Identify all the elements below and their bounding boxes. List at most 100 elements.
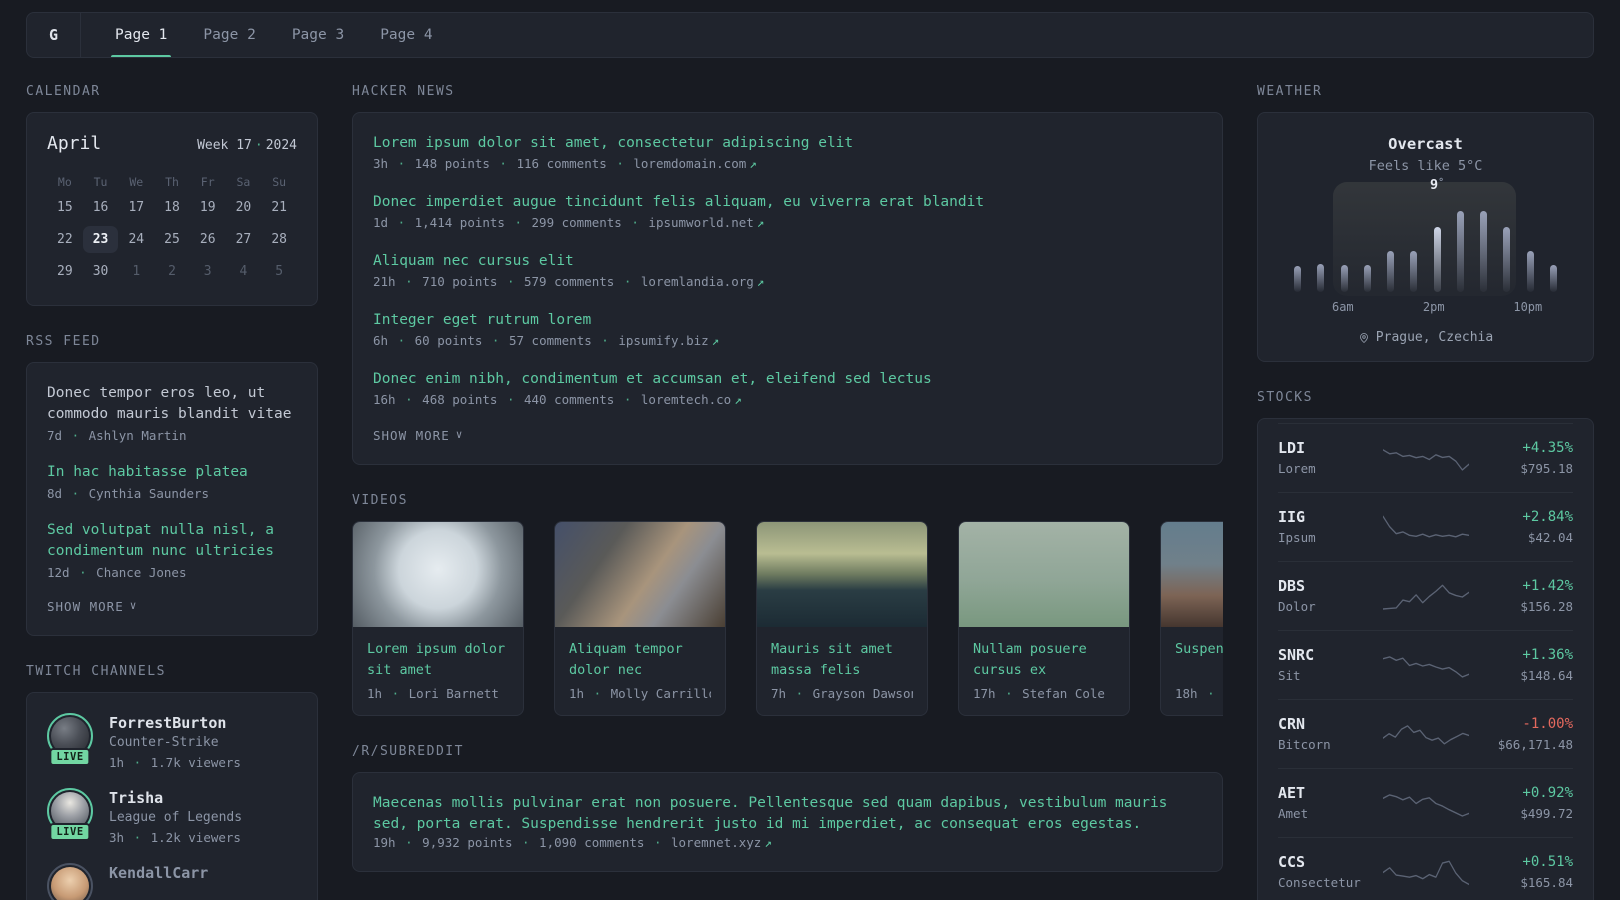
video-title-link[interactable]: Nullam posuere cursus ex (973, 639, 1115, 681)
weather-hour-slot: 9° (1379, 196, 1402, 292)
videos-widget: VIDEOS Lorem ipsum dolor sit amet consec… (352, 493, 1223, 716)
weather-hour-slot: 9° (1356, 196, 1379, 292)
stock-symbol: LDI (1278, 439, 1306, 457)
videos-row: Lorem ipsum dolor sit amet consectetu… 1… (352, 521, 1223, 716)
stock-name: Dolor (1278, 599, 1316, 614)
video-card[interactable]: Nullam posuere cursus ex 17h · Stefan Co… (958, 521, 1130, 716)
calendar-day: 29 (57, 264, 73, 279)
hackernews-card: Lorem ipsum dolor sit amet, consectetur … (352, 112, 1223, 465)
hackernews-item-link[interactable]: Donec enim nibh, condimentum et accumsan… (373, 369, 1202, 390)
source-link[interactable]: ↗ (731, 392, 742, 408)
rss-item-link[interactable]: Donec tempor eros leo, ut commodo mauris… (47, 383, 297, 425)
rss-item: Sed volutpat nulla nisl, a condimentum n… (47, 520, 297, 580)
channel-name-link[interactable]: ForrestBurton (109, 713, 241, 733)
hackernews-item-meta: 3h · 148 points · 116 comments · loremdo… (373, 156, 747, 171)
video-card[interactable]: Aliquam tempor dolor nec pharetra… 1h · … (554, 521, 726, 716)
hackernews-item-link[interactable]: Lorem ipsum dolor sit amet, consectetur … (373, 133, 1202, 154)
video-title-link[interactable]: Suspendisse diam (1175, 639, 1223, 681)
stock-row[interactable]: CRN Bitcorn -1.00% $66,171.48 (1278, 699, 1573, 768)
twitch-widget: TWITCH CHANNELS LIVE ForrestBurton Count… (26, 664, 318, 900)
calendar-day: 3 (203, 264, 212, 279)
video-title-link[interactable]: Mauris sit amet massa felis (771, 639, 913, 681)
subreddit-post: Maecenas mollis pulvinar erat non posuer… (373, 793, 1202, 851)
avatar (51, 867, 89, 900)
time-label (1354, 300, 1377, 314)
page-tab[interactable]: Page 1 (103, 13, 179, 57)
stock-price: $42.04 (1527, 530, 1573, 545)
channel-name-link[interactable]: Trisha (109, 788, 242, 808)
hackernews-item: Lorem ipsum dolor sit amet, consectetur … (373, 133, 1202, 172)
top-nav: G Page 1 Page 2 Page 3 Page 4 (26, 12, 1594, 58)
calendar-day: 28 (271, 232, 287, 247)
weather-hour-slot: 9° (1402, 196, 1425, 292)
left-column: CALENDAR April Week 17 · 2024 Mo Tu We Th Fr Sa… (26, 84, 318, 900)
channel-viewers: 1h · 1.7k viewers (109, 755, 241, 770)
stock-price: $156.28 (1520, 599, 1573, 614)
stock-sparkline (1370, 787, 1481, 819)
dashboard-columns: CALENDAR April Week 17 · 2024 Mo Tu We Th Fr Sa… (26, 84, 1594, 900)
stock-row[interactable]: SNRC Sit +1.36% $148.64 (1278, 630, 1573, 699)
source-link[interactable]: ↗ (746, 156, 757, 172)
source-link[interactable]: ↗ (754, 215, 765, 231)
stock-symbol: CRN (1278, 715, 1306, 733)
stock-name: Sit (1278, 668, 1301, 683)
page-tab[interactable]: Page 2 (191, 13, 267, 57)
source-link[interactable]: ↗ (709, 333, 720, 349)
video-card[interactable]: Lorem ipsum dolor sit amet consectetu… 1… (352, 521, 524, 716)
video-card[interactable]: Suspendisse diam 18h · Tara (1160, 521, 1223, 716)
hackernews-item-link[interactable]: Donec imperdiet augue tincidunt felis al… (373, 192, 1202, 213)
calendar-day: 19 (199, 200, 216, 215)
stock-price: $795.18 (1520, 461, 1573, 476)
external-link-icon: ↗ (764, 835, 772, 850)
calendar-day: 27 (235, 232, 252, 247)
twitch-channel-row[interactable]: LIVE Trisha League of Legends 3h · 1.2k … (47, 788, 297, 847)
time-label: 2pm (1422, 300, 1445, 314)
stock-name: Ipsum (1278, 530, 1316, 545)
video-thumbnail (757, 522, 927, 627)
page-tab[interactable]: Page 4 (368, 13, 444, 57)
stock-row[interactable]: IIG Ipsum +2.84% $42.04 (1278, 492, 1573, 561)
twitch-channel-row[interactable]: LIVE KendallCarr (47, 863, 297, 900)
stock-sparkline (1370, 718, 1481, 750)
channel-viewers: 3h · 1.2k viewers (109, 830, 241, 845)
weather-bar (1433, 226, 1441, 292)
page-tab[interactable]: Page 3 (280, 13, 356, 57)
stock-row[interactable]: AET Amet +0.92% $499.72 (1278, 768, 1573, 837)
stock-row[interactable]: CCS Consectetur +0.51% $165.84 (1278, 837, 1573, 900)
live-badge: LIVE (49, 823, 91, 841)
calendar-weekday-header: Mo Tu We Th Fr Sa Su (47, 170, 297, 194)
calendar-day: 4 (239, 264, 248, 279)
weather-bar (1480, 211, 1488, 292)
hackernews-item-link[interactable]: Integer eget rutrum lorem (373, 310, 1202, 331)
source-link[interactable]: ↗ (754, 274, 765, 290)
stock-price: $66,171.48 (1497, 737, 1573, 752)
external-link-icon: ↗ (734, 392, 742, 407)
video-thumbnail (353, 522, 523, 627)
app-logo[interactable]: G (27, 13, 82, 57)
video-card[interactable]: Mauris sit amet massa felis 7h · Grayson… (756, 521, 928, 716)
twitch-channel-row[interactable]: LIVE ForrestBurton Counter-Strike 1h · 1… (47, 713, 297, 772)
weekday-label: Sa (236, 175, 251, 189)
stock-row[interactable]: LDI Lorem +4.35% $795.18 (1278, 423, 1573, 492)
stock-row[interactable]: DBS Dolor +1.42% $156.28 (1278, 561, 1573, 630)
videos-section-title: VIDEOS (352, 493, 408, 508)
channel-name-link[interactable]: KendallCarr (109, 863, 208, 883)
hackernews-item: Donec enim nibh, condimentum et accumsan… (373, 369, 1202, 408)
rss-item-meta: 8d · Cynthia Saunders (47, 486, 210, 501)
rss-show-more-button[interactable]: SHOW MORE ∨ (47, 599, 137, 614)
video-meta: 7h · Grayson Dawson (771, 686, 913, 701)
subreddit-post-link[interactable]: Maecenas mollis pulvinar erat non posuer… (373, 793, 1202, 835)
rss-item-link[interactable]: Sed volutpat nulla nisl, a condimentum n… (47, 520, 297, 562)
source-link[interactable]: ↗ (761, 835, 772, 851)
subreddit-widget: /R/SUBREDDIT Maecenas mollis pulvinar er… (352, 744, 1223, 872)
weather-bar (1503, 226, 1511, 292)
video-title-link[interactable]: Lorem ipsum dolor sit amet consectetu… (367, 639, 509, 681)
rss-item-link[interactable]: In hac habitasse platea (47, 462, 297, 483)
weekday-label: Su (272, 175, 287, 189)
live-badge: LIVE (49, 748, 91, 766)
hackernews-item-link[interactable]: Aliquam nec cursus elit (373, 251, 1202, 272)
video-title-link[interactable]: Aliquam tempor dolor nec pharetra… (569, 639, 711, 681)
calendar-day: 15 (57, 200, 73, 215)
hackernews-show-more-button[interactable]: SHOW MORE ∨ (373, 428, 463, 443)
rss-item-meta: 12d · Chance Jones (47, 565, 187, 580)
